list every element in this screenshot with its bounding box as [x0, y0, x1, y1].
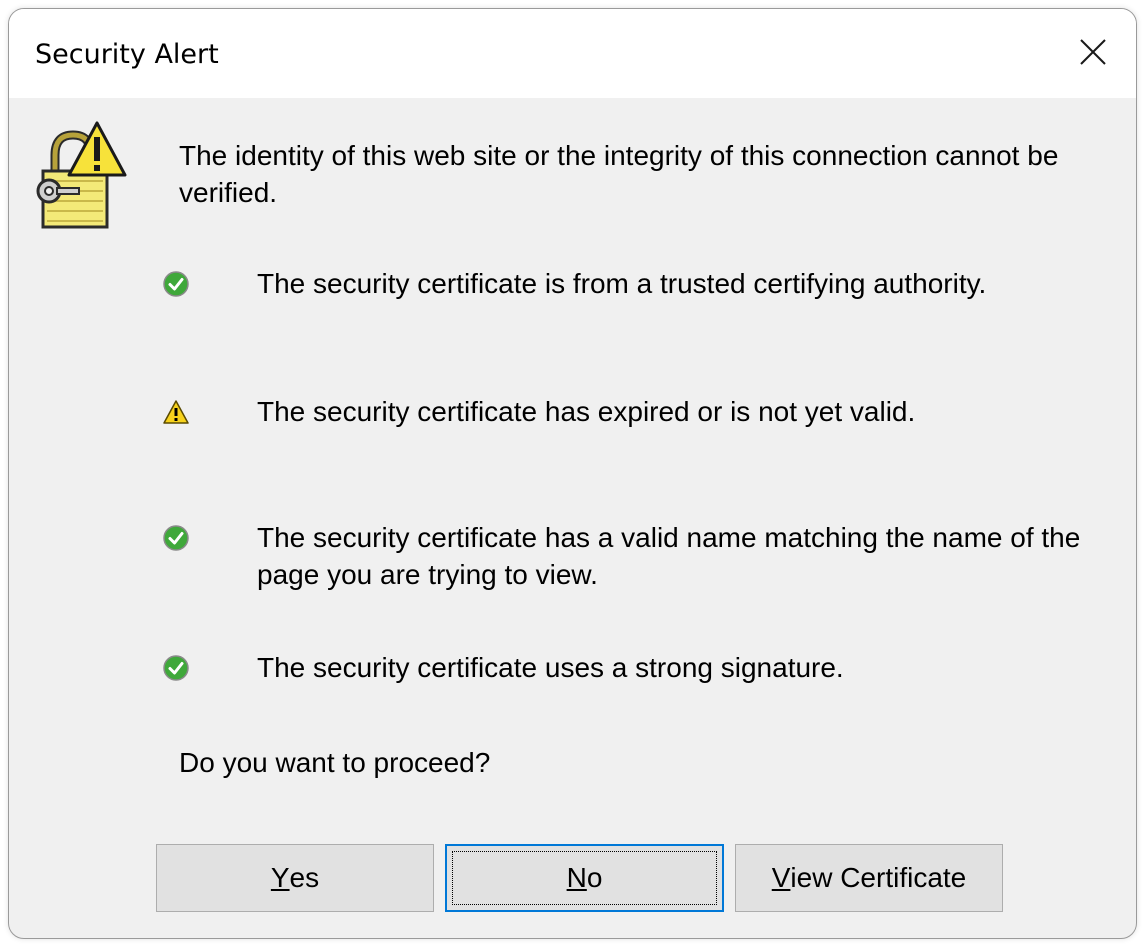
- item-text: The security certificate uses a strong s…: [257, 652, 844, 683]
- proceed-question: Do you want to proceed?: [179, 747, 491, 778]
- focus-rectangle: [452, 851, 717, 905]
- no-button[interactable]: No: [445, 844, 724, 912]
- check-icon: [163, 655, 189, 681]
- item-text: The security certificate has a valid nam…: [257, 522, 1081, 590]
- view-certificate-label: iew Certificate: [790, 862, 967, 893]
- warning-icon: [163, 400, 189, 424]
- padlock-warning-icon: [36, 121, 127, 229]
- check-icon: [163, 271, 189, 297]
- close-icon: [1080, 39, 1106, 65]
- yes-label: es: [289, 862, 320, 893]
- yes-accelerator: Y: [270, 862, 290, 893]
- view-certificate-accelerator: V: [771, 862, 791, 893]
- title-bar: Security Alert: [9, 9, 1136, 98]
- item-text: The security certificate is from a trust…: [257, 268, 987, 299]
- view-certificate-button[interactable]: View Certificate: [735, 844, 1003, 912]
- dialog-title: Security Alert: [35, 39, 219, 70]
- yes-button[interactable]: Yes: [156, 844, 434, 912]
- security-alert-dialog: Security Alert The identity of this web …: [8, 8, 1137, 939]
- item-text: The security certificate has expired or …: [257, 396, 916, 427]
- main-message: The identity of this web site or the int…: [179, 140, 1059, 208]
- check-icon: [163, 525, 189, 551]
- close-button[interactable]: [1064, 23, 1122, 81]
